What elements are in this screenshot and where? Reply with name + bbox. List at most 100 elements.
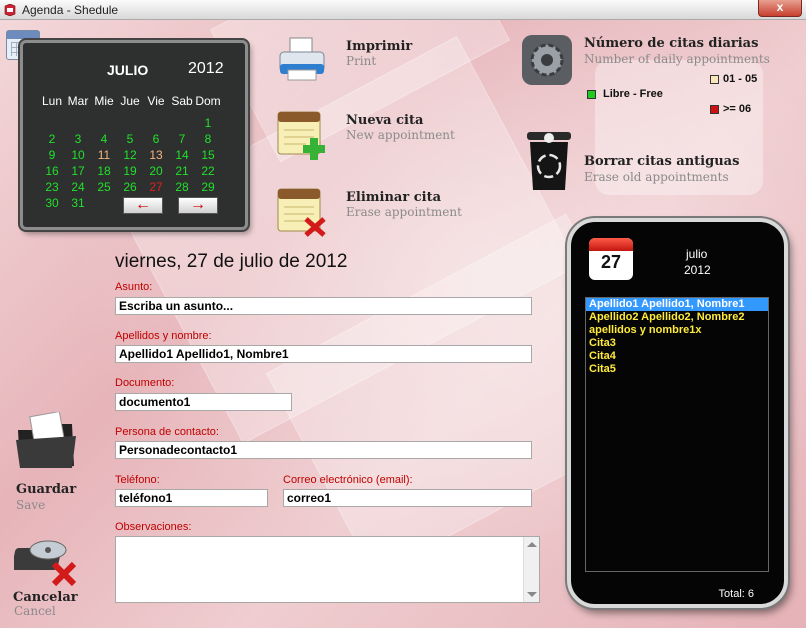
appointment-list-item[interactable]: Cita4: [586, 350, 768, 363]
window-title: Agenda - Shedule: [22, 3, 119, 17]
calendar-weekday: Jue: [120, 94, 140, 108]
documento-label: Documento:: [115, 377, 175, 389]
calendar-empty-cell: [117, 115, 143, 131]
erase-appointment-sublabel: Erase appointment: [346, 205, 462, 219]
calendar-day[interactable]: 24: [65, 179, 91, 195]
notepad-delete-icon: [277, 188, 326, 237]
nombre-input[interactable]: Apellido1 Apellido1, Nombre1: [115, 345, 532, 363]
save-button[interactable]: Guardar Save: [10, 412, 100, 512]
calendar-day[interactable]: 30: [39, 195, 65, 211]
main-window: JULIO 2012 Lun Mar Mie Jue Vie Sab Dom 1 2 3 4 5 6 7 8…: [0, 20, 806, 628]
documento-input[interactable]: documento1: [115, 393, 292, 411]
day-appointments-panel: 27 julio 2012 Apellido1 Apellido1, Nombr…: [567, 218, 788, 608]
calendar-day[interactable]: 14: [169, 147, 195, 163]
calendar-weekday: Lun: [41, 94, 63, 108]
nombre-label: Apellidos y nombre:: [115, 330, 212, 342]
calendar-day[interactable]: 9: [39, 147, 65, 163]
next-month-button[interactable]: →: [178, 197, 218, 214]
calendar-day[interactable]: 2: [39, 131, 65, 147]
erase-appointment-label: Eliminar cita: [346, 190, 442, 205]
legend-swatch-free: [587, 90, 596, 99]
calendar-weekday: Sab: [171, 94, 193, 108]
calendar-weekday: Mie: [94, 94, 114, 108]
telefono-input[interactable]: teléfono1: [115, 489, 268, 507]
appointment-list-item[interactable]: Apellido1 Apellido1, Nombre1: [586, 298, 768, 311]
calendar-empty-cell: [169, 115, 195, 131]
calendar-grid: Lun Mar Mie Jue Vie Sab Dom 1 2 3 4 5 6 7 8 9 10 11 12 13 14…: [39, 93, 239, 211]
calendar-day[interactable]: 20: [143, 163, 169, 179]
print-button[interactable]: Imprimir Print: [276, 34, 476, 86]
calendar-empty-cell: [39, 115, 65, 131]
appointment-list[interactable]: Apellido1 Apellido1, Nombre1 Apellido2 Ap…: [585, 297, 769, 572]
calendar-day[interactable]: 28: [169, 179, 195, 195]
delete-old-label[interactable]: Borrar citas antiguas: [584, 154, 739, 169]
phone-year: 2012: [684, 263, 711, 277]
appointment-list-item[interactable]: Cita3: [586, 337, 768, 350]
legend-swatch-range2: [710, 105, 719, 114]
calendar-week-row: 1: [39, 115, 239, 131]
calendar-day[interactable]: 25: [91, 179, 117, 195]
correo-input[interactable]: correo1: [283, 489, 532, 507]
calendar-day[interactable]: 29: [195, 179, 221, 195]
calendar-day[interactable]: 31: [65, 195, 91, 211]
calendar-weekday: Mar: [67, 94, 89, 108]
calendar-day[interactable]: 19: [117, 163, 143, 179]
recycle-bin-icon[interactable]: [525, 130, 573, 192]
daily-appointments-sublabel: Number of daily appointments: [584, 52, 770, 66]
legend-range2-label: >= 06: [723, 103, 752, 115]
calendar-day[interactable]: 16: [39, 163, 65, 179]
cancel-button[interactable]: Cancelar Cancel: [10, 528, 100, 628]
calendar-empty-cell: [91, 195, 117, 211]
notepad-add-icon: [277, 111, 325, 160]
calendar-day[interactable]: 27: [143, 179, 169, 195]
selected-date-title: viernes, 27 de julio de 2012: [115, 251, 348, 272]
legend-swatch-range1: [710, 75, 719, 84]
print-sublabel: Print: [346, 54, 377, 68]
calendar-day[interactable]: 15: [195, 147, 221, 163]
scroll-down-icon[interactable]: [527, 592, 537, 597]
appointment-list-item[interactable]: Apellido2 Apellido2, Nombre2: [586, 311, 768, 324]
calendar-day[interactable]: 10: [65, 147, 91, 163]
cancel-label: Cancelar: [13, 590, 78, 605]
asunto-input[interactable]: Escriba un asunto...: [115, 297, 532, 315]
contacto-input[interactable]: Personadecontacto1: [115, 441, 532, 459]
new-appointment-sublabel: New appointment: [346, 128, 455, 142]
calendar-day[interactable]: 26: [117, 179, 143, 195]
calendar-day[interactable]: 22: [195, 163, 221, 179]
calendar-day[interactable]: 17: [65, 163, 91, 179]
close-button[interactable]: x: [758, 0, 802, 17]
erase-appointment-button[interactable]: Eliminar cita Erase appointment: [276, 185, 476, 237]
contacto-label: Persona de contacto:: [115, 426, 219, 438]
calendar-day[interactable]: 23: [39, 179, 65, 195]
phone-day-number: 27: [600, 252, 622, 272]
day-calendar-icon: 27: [589, 238, 633, 280]
new-appointment-button[interactable]: Nueva cita New appointment: [276, 108, 476, 160]
calendar-day[interactable]: 5: [117, 131, 143, 147]
textarea-scrollbar[interactable]: [523, 537, 539, 602]
calendar-weekday-row: Lun Mar Mie Jue Vie Sab Dom: [39, 93, 239, 109]
observaciones-label: Observaciones:: [115, 521, 192, 533]
calendar-empty-cell: [91, 115, 117, 131]
calendar-day[interactable]: 13: [143, 147, 169, 163]
calendar-day[interactable]: 21: [169, 163, 195, 179]
telefono-label: Teléfono:: [115, 474, 160, 486]
prev-month-button[interactable]: ←: [123, 197, 163, 214]
calendar-day[interactable]: 6: [143, 131, 169, 147]
appointment-list-item[interactable]: Cita5: [586, 363, 768, 376]
calendar-week-row: 2345678: [39, 131, 239, 147]
calendar-week-row: 16 17 18 19 20 21 22: [39, 163, 239, 179]
calendar-day[interactable]: 18: [91, 163, 117, 179]
calendar-day[interactable]: 3: [65, 131, 91, 147]
gear-icon[interactable]: [521, 34, 573, 86]
scroll-up-icon[interactable]: [527, 542, 537, 547]
appointment-list-item[interactable]: apellidos y nombre1x: [586, 324, 768, 337]
calendar-day[interactable]: 4: [91, 131, 117, 147]
correo-label: Correo electrónico (email):: [283, 474, 413, 486]
calendar-day[interactable]: 11: [91, 147, 117, 163]
calendar-day[interactable]: 7: [169, 131, 195, 147]
observaciones-textarea[interactable]: [115, 536, 540, 603]
calendar-day[interactable]: 1: [195, 115, 221, 131]
calendar-day[interactable]: 8: [195, 131, 221, 147]
calendar-day[interactable]: 12: [117, 147, 143, 163]
daily-appointments-label[interactable]: Número de citas diarias: [584, 36, 758, 51]
